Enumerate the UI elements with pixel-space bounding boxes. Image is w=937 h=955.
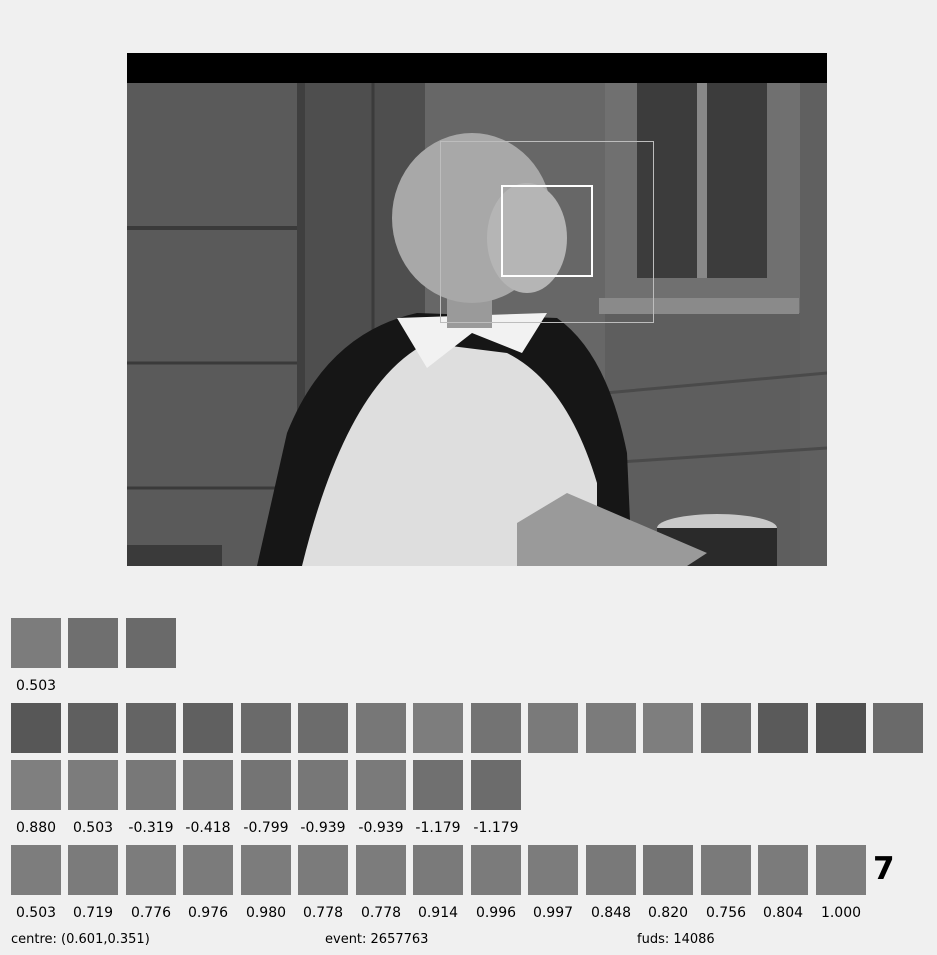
- tile-r4-5: [241, 845, 291, 895]
- label-r3-1: 0.880: [15, 820, 57, 836]
- label-r4-7: 0.778: [360, 905, 402, 921]
- tile-r2-15: [816, 703, 866, 753]
- big-number: 7: [873, 851, 895, 887]
- label-r3-9: -1.179: [473, 820, 519, 836]
- centre-readout: centre: (0.601,0.351): [11, 932, 150, 947]
- tile-r3-3: [126, 760, 176, 810]
- label-r4-11: 0.848: [590, 905, 632, 921]
- label-r4-2: 0.719: [72, 905, 114, 921]
- tile-r4-1: [11, 845, 61, 895]
- label-r4-12: 0.820: [647, 905, 689, 921]
- tile-r2-1: [11, 703, 61, 753]
- tile-r4-15: [816, 845, 866, 895]
- tile-r3-2: [68, 760, 118, 810]
- label-r3-2: 0.503: [72, 820, 114, 836]
- tile-r2-13: [701, 703, 751, 753]
- label-r3-7: -0.939: [358, 820, 404, 836]
- tile-r2-3: [126, 703, 176, 753]
- tile-r4-4: [183, 845, 233, 895]
- tile-r3-4: [183, 760, 233, 810]
- label-r4-3: 0.776: [130, 905, 172, 921]
- scene-svg: [127, 53, 827, 566]
- tile-r3-6: [298, 760, 348, 810]
- tile-r3-1: [11, 760, 61, 810]
- label-r1-1: 0.503: [15, 678, 57, 694]
- tile-r2-16: [873, 703, 923, 753]
- tile-r4-2: [68, 845, 118, 895]
- label-r3-3: -0.319: [128, 820, 174, 836]
- label-r4-5: 0.980: [245, 905, 287, 921]
- tile-r1-3: [126, 618, 176, 668]
- label-r3-8: -1.179: [415, 820, 461, 836]
- tile-r2-4: [183, 703, 233, 753]
- label-r3-6: -0.939: [300, 820, 346, 836]
- tile-r4-12: [643, 845, 693, 895]
- tile-r2-12: [643, 703, 693, 753]
- tile-r2-6: [298, 703, 348, 753]
- event-readout: event: 2657763: [325, 932, 429, 947]
- tile-r4-13: [701, 845, 751, 895]
- label-r4-13: 0.756: [705, 905, 747, 921]
- tile-r3-5: [241, 760, 291, 810]
- label-r3-5: -0.799: [243, 820, 289, 836]
- label-r4-15: 1.000: [820, 905, 862, 921]
- scene-image: [127, 53, 827, 566]
- tile-r4-8: [413, 845, 463, 895]
- label-r4-1: 0.503: [15, 905, 57, 921]
- label-r4-9: 0.996: [475, 905, 517, 921]
- label-r4-14: 0.804: [762, 905, 804, 921]
- label-r4-8: 0.914: [417, 905, 459, 921]
- tile-r2-11: [586, 703, 636, 753]
- tile-r2-10: [528, 703, 578, 753]
- tile-r2-9: [471, 703, 521, 753]
- tile-r3-7: [356, 760, 406, 810]
- tile-r1-1: [11, 618, 61, 668]
- tile-r2-7: [356, 703, 406, 753]
- tile-r4-3: [126, 845, 176, 895]
- label-r3-4: -0.418: [185, 820, 231, 836]
- tile-r4-11: [586, 845, 636, 895]
- tile-r3-9: [471, 760, 521, 810]
- tile-r4-7: [356, 845, 406, 895]
- tile-r4-9: [471, 845, 521, 895]
- tile-r2-2: [68, 703, 118, 753]
- label-r4-6: 0.778: [302, 905, 344, 921]
- tile-r3-8: [413, 760, 463, 810]
- tile-r2-5: [241, 703, 291, 753]
- tile-r4-6: [298, 845, 348, 895]
- label-r4-10: 0.997: [532, 905, 574, 921]
- tile-r2-14: [758, 703, 808, 753]
- tile-r4-10: [528, 845, 578, 895]
- label-r4-4: 0.976: [187, 905, 229, 921]
- fuds-readout: fuds: 14086: [637, 932, 715, 947]
- tile-r2-8: [413, 703, 463, 753]
- tile-r1-2: [68, 618, 118, 668]
- tile-r4-14: [758, 845, 808, 895]
